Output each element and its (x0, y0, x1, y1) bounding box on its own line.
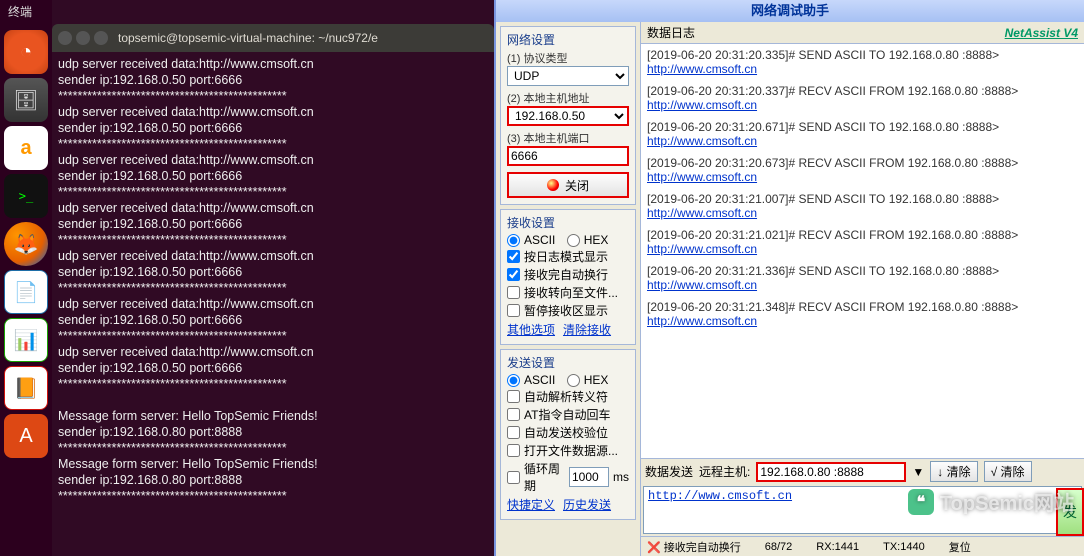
send-settings-group: 发送设置 ASCII HEX 自动解析转义符 AT指令自动回车 自动发送校验位 … (500, 349, 636, 520)
terminal-icon[interactable]: >_ (4, 174, 48, 218)
ubuntu-launcher: ◔ 🗄 a >_ 🦊 📄 📊 📙 A (0, 0, 52, 556)
close-connection-button[interactable]: 关闭 (507, 172, 629, 198)
recv-settings-group: 接收设置 ASCII HEX 按日志模式显示 接收完自动换行 接收转向至文件..… (500, 209, 636, 345)
status-reset[interactable]: 复位 (949, 539, 971, 555)
protocol-select[interactable]: UDP (507, 66, 629, 86)
escape-check[interactable] (507, 390, 520, 403)
terminal-output[interactable]: udp server received data:http://www.cmso… (52, 52, 494, 508)
dropdown-icon[interactable]: ▼ (912, 465, 924, 479)
quickdef-link[interactable]: 快捷定义 (507, 496, 555, 513)
ascii-radio[interactable] (507, 234, 520, 247)
clear-button-2[interactable]: √ 清除 (984, 461, 1032, 482)
autowrap-check[interactable] (507, 268, 520, 281)
calc-icon[interactable]: 📊 (4, 318, 48, 362)
host-select[interactable]: 192.168.0.50 (507, 106, 629, 126)
software-center-icon[interactable]: A (4, 414, 48, 458)
group-title: 接收设置 (507, 214, 629, 231)
record-icon (547, 179, 559, 191)
filesrc-check[interactable] (507, 444, 520, 457)
maximize-icon[interactable] (94, 31, 108, 45)
atcr-check[interactable] (507, 408, 520, 421)
impress-icon[interactable]: 📙 (4, 366, 48, 410)
group-title: 网络设置 (507, 31, 629, 48)
minimize-icon[interactable] (76, 31, 90, 45)
send-ascii-radio[interactable] (507, 374, 520, 387)
amazon-icon[interactable]: a (4, 126, 48, 170)
status-auto: 接收完自动换行 (664, 542, 741, 554)
log-output[interactable]: [2019-06-20 20:31:20.335]# SEND ASCII TO… (641, 44, 1084, 458)
network-settings-group: 网络设置 (1) 协议类型 UDP (2) 本地主机地址 192.168.0.5… (500, 26, 636, 205)
port-label: (3) 本地主机端口 (507, 130, 629, 146)
cycle-input[interactable] (569, 467, 609, 487)
remote-host-input[interactable] (756, 462, 906, 482)
hex-radio[interactable] (567, 234, 580, 247)
clear-button[interactable]: ↓ 清除 (930, 461, 977, 482)
netassist-window: 网络调试助手 网络设置 (1) 协议类型 UDP (2) 本地主机地址 192.… (494, 0, 1084, 556)
port-input[interactable] (507, 146, 629, 166)
terminal-window: topsemic@topsemic-virtual-machine: ~/nuc… (52, 0, 494, 556)
proto-label: (1) 协议类型 (507, 50, 629, 66)
checksum-check[interactable] (507, 426, 520, 439)
ubuntu-dash-icon[interactable]: ◔ (4, 30, 48, 74)
remote-label: 远程主机: (699, 463, 750, 480)
terminal-title: topsemic@topsemic-virtual-machine: ~/nuc… (118, 31, 378, 45)
sendbar-title: 数据发送 (645, 463, 693, 480)
tofile-check[interactable] (507, 286, 520, 299)
close-icon[interactable] (58, 31, 72, 45)
pause-check[interactable] (507, 304, 520, 317)
terminal-titlebar[interactable]: topsemic@topsemic-virtual-machine: ~/nuc… (52, 24, 494, 52)
other-options-link[interactable]: 其他选项 (507, 321, 555, 338)
status-rx: RX:1441 (816, 541, 859, 553)
brand-link[interactable]: NetAssist V4 (1005, 26, 1078, 40)
writer-icon[interactable]: 📄 (4, 270, 48, 314)
logmode-check[interactable] (507, 250, 520, 263)
log-title: 数据日志 (647, 24, 695, 41)
status-count: 68/72 (765, 541, 793, 553)
group-title: 发送设置 (507, 354, 629, 371)
status-tx: TX:1440 (883, 541, 925, 553)
firefox-icon[interactable]: 🦊 (4, 222, 48, 266)
clear-recv-link[interactable]: 清除接收 (563, 321, 611, 338)
host-label: (2) 本地主机地址 (507, 90, 629, 106)
settings-panel: 网络设置 (1) 协议类型 UDP (2) 本地主机地址 192.168.0.5… (496, 22, 640, 556)
cycle-check[interactable] (507, 471, 520, 484)
netassist-title[interactable]: 网络调试助手 (496, 0, 1084, 22)
history-link[interactable]: 历史发送 (563, 496, 611, 513)
log-panel: 数据日志 NetAssist V4 [2019-06-20 20:31:20.3… (640, 22, 1084, 556)
send-hex-radio[interactable] (567, 374, 580, 387)
send-button[interactable]: 发 (1056, 488, 1084, 536)
send-textarea[interactable]: http://www.cmsoft.cn (643, 486, 1082, 534)
files-icon[interactable]: 🗄 (4, 78, 48, 122)
status-bar: ❌ 接收完自动换行 68/72 RX:1441 TX:1440 复位 (641, 536, 1084, 556)
